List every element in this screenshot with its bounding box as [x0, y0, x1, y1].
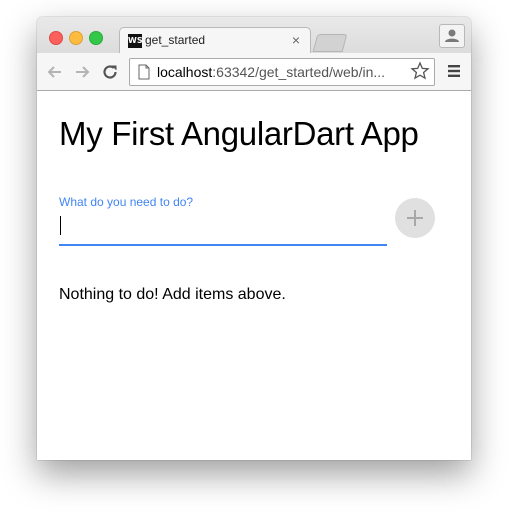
browser-toolbar: localhost:63342/get_started/web/in...: [37, 53, 471, 91]
plus-icon-vertical: [414, 210, 416, 226]
back-arrow-icon: [47, 66, 61, 78]
minimize-window-button[interactable]: [69, 31, 83, 45]
reload-icon: [103, 65, 117, 79]
star-icon[interactable]: [410, 61, 430, 81]
page-title: My First AngularDart App: [59, 115, 419, 152]
tab-strip: WS get_started ×: [37, 17, 471, 54]
hamburger-menu-icon[interactable]: [447, 64, 461, 78]
forward-button[interactable]: [72, 62, 92, 82]
todo-input[interactable]: [59, 212, 387, 246]
person-icon: [445, 29, 459, 42]
new-tab-button[interactable]: [312, 34, 348, 52]
address-url[interactable]: localhost:63342/get_started/web/in...: [157, 64, 405, 80]
add-item-button[interactable]: [395, 198, 435, 238]
browser-window: WS get_started × localhost:63342/get_sta…: [37, 17, 471, 460]
back-button[interactable]: [45, 62, 65, 82]
text-caret: [60, 216, 61, 235]
todo-input-label: What do you need to do?: [59, 195, 194, 209]
reload-button[interactable]: [100, 62, 120, 82]
tab-get-started[interactable]: WS get_started ×: [119, 27, 311, 54]
page-content: My First AngularDart App What do you nee…: [37, 91, 471, 460]
page-icon: [138, 64, 150, 80]
zoom-window-button[interactable]: [89, 31, 103, 45]
tab-close-icon[interactable]: ×: [292, 32, 300, 48]
address-host: localhost: [157, 64, 213, 80]
webstorm-favicon-icon: WS: [128, 34, 143, 48]
empty-list-message: Nothing to do! Add items above.: [59, 286, 286, 303]
close-window-button[interactable]: [49, 31, 63, 45]
tab-title: get_started: [145, 33, 206, 47]
address-path: :63342/get_started/web/in...: [212, 64, 386, 80]
forward-arrow-icon: [76, 66, 90, 78]
profile-button[interactable]: [439, 24, 465, 48]
address-bar[interactable]: localhost:63342/get_started/web/in...: [129, 58, 435, 86]
